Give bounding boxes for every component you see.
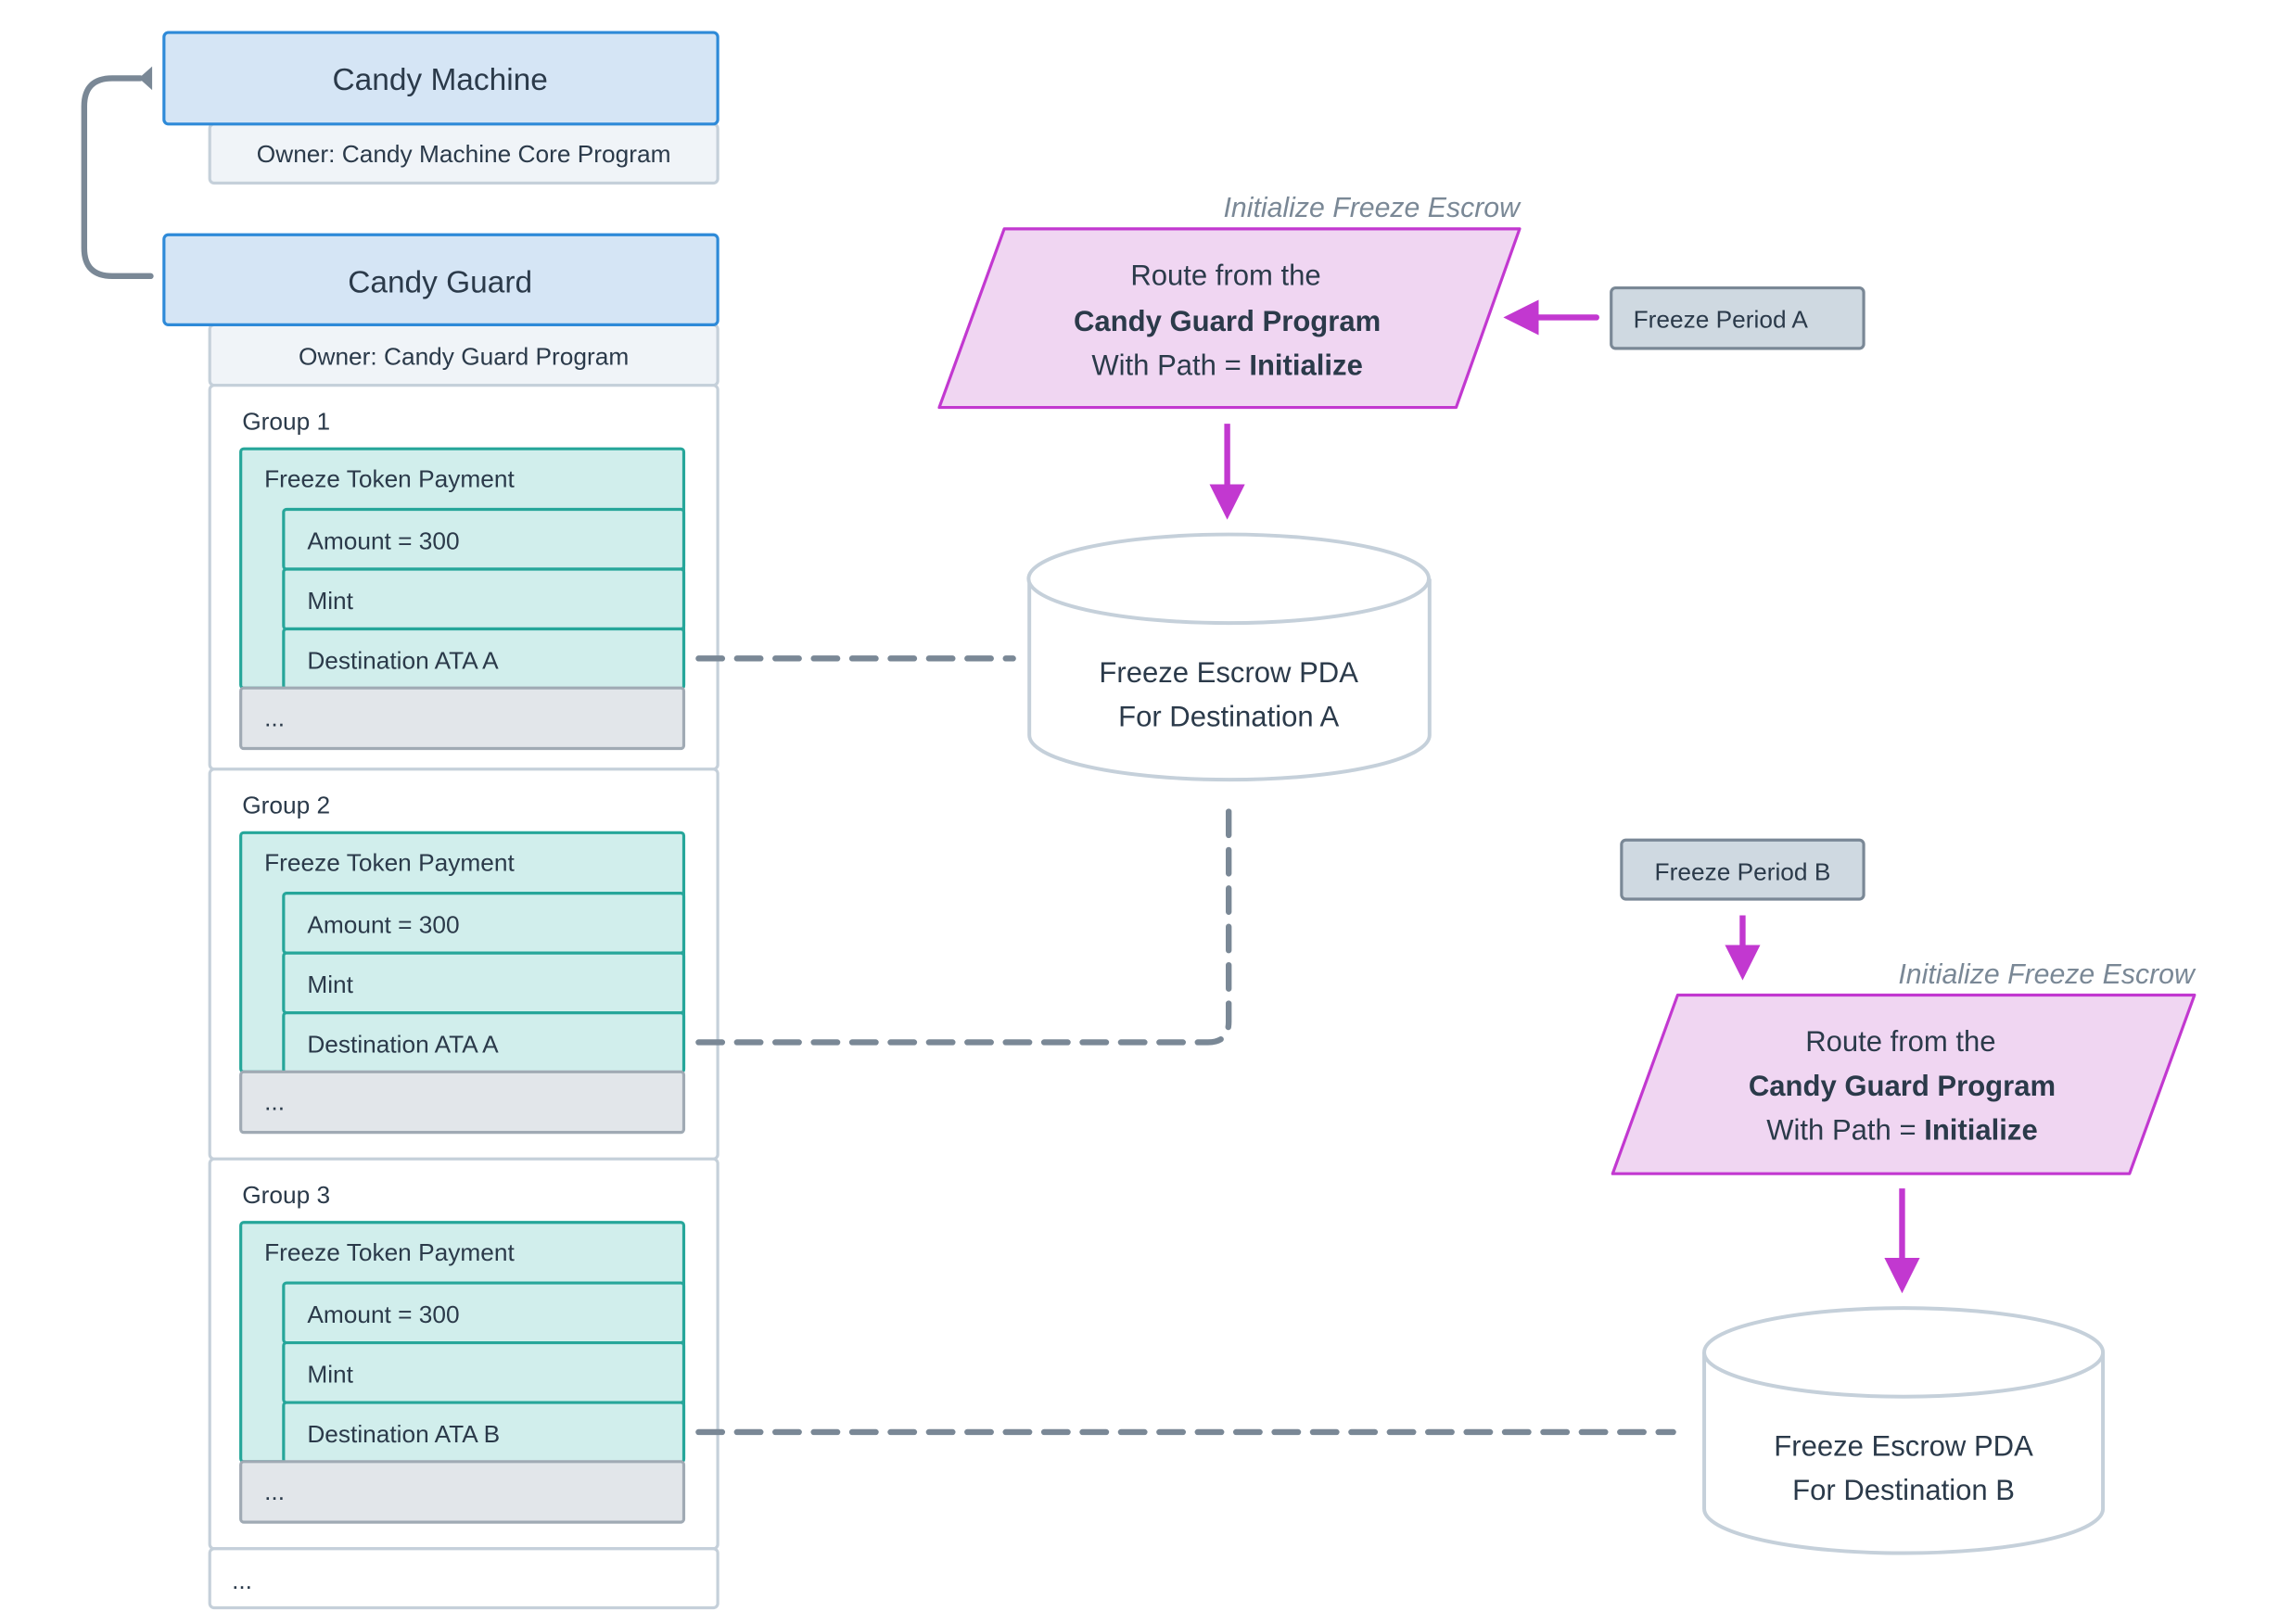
route-b-caption: Initialize Freeze Escrow [1898,959,2196,990]
route-a-line1: Route from the [1130,259,1320,291]
groups-more-text: ... [232,1567,252,1594]
guard-name: Freeze Token Payment [264,465,515,493]
guard-to-machine-connector [81,66,154,280]
guard-setting-row: Mint [282,567,686,631]
freeze-period-b: Freeze Period B [1620,838,1865,901]
guard-setting-row: Destination ATA A [282,1011,686,1074]
guard-setting-row: Amount = 300 [282,892,686,955]
candy-guard-account: Owner: Candy Guard Program Candy Guard [162,233,719,387]
guard-setting-text: Mint [307,1361,353,1389]
route-a-path-value: Initialize [1249,349,1363,382]
pda-b-line1: Freeze Escrow PDA [1774,1429,2033,1462]
route-a-line3: With Path = Initialize [1091,349,1362,382]
guard-setting-row: Amount = 300 [282,507,686,571]
route-b-path-prefix: With Path = [1766,1114,1924,1147]
freeze-period-a-text: Freeze Period A [1634,306,1809,334]
guard-setting-row: Destination ATA B [282,1401,686,1465]
guard-setting-text: Destination ATA A [307,1031,499,1059]
guard-setting-row: Destination ATA A [282,627,686,691]
freeze-token-payment-guard: Freeze Token Payment Amount = 300 Mint Dest… [239,1221,686,1465]
route-b-line1: Route from the [1805,1025,1995,1058]
pda-b-line2: For Destination B [1792,1474,2015,1506]
group-3: Group 3 Freeze Token Payment Amount = 300 M… [208,1157,719,1551]
guard-groups: Group 1 Freeze Token Payment Amount = 300 M… [208,384,719,1551]
pda-a-line1: Freeze Escrow PDA [1099,656,1358,689]
arrowhead-icon [138,66,153,91]
guard-name: Freeze Token Payment [264,849,515,877]
group-more-guards: ... [239,686,686,751]
pda-b-cylinder: Freeze Escrow PDA For Destination B [1702,1306,2106,1555]
guard-setting-text: Amount = 300 [307,1300,459,1328]
route-b: Initialize Freeze Escrow Route from the … [1611,959,2196,1175]
candy-guard-owner: Owner: Candy Guard Program [299,342,629,370]
freeze-token-payment-guard: Freeze Token Payment Amount = 300 Mint Dest… [239,831,686,1074]
group-label: Group 2 [242,792,330,819]
candy-machine-owner: Owner: Candy Machine Core Program [257,140,671,168]
candy-guard-freeze-diagram: Owner: Candy Machine Core Program Candy … [81,31,2196,1610]
route-b-line3: With Path = Initialize [1766,1114,2037,1147]
freeze-token-payment-guard: Freeze Token Payment Amount = 300 Mint Dest… [239,447,686,691]
group-more-guards: ... [239,1070,686,1135]
groups-more-box: ... [208,1547,719,1610]
guard-name: Freeze Token Payment [264,1238,515,1266]
guard-setting-text: Amount = 300 [307,911,459,939]
route-a-caption: Initialize Freeze Escrow [1224,193,1522,223]
route-b-path-value: Initialize [1924,1114,2038,1147]
guard-setting-text: Destination ATA A [307,647,499,675]
group-more-text: ... [264,704,285,732]
freeze-period-a: Freeze Period A [1610,285,1865,350]
guard-setting-text: Mint [307,587,353,615]
group-more-text: ... [264,1088,285,1116]
guard-setting-text: Mint [307,971,353,998]
route-a: Initialize Freeze Escrow Route from the … [937,193,1522,410]
guard-setting-text: Amount = 300 [307,527,459,554]
guard-setting-row: Mint [282,951,686,1015]
candy-machine-title: Candy Machine [333,63,548,97]
route-a-path-prefix: With Path = [1091,349,1249,382]
link-group2-to-pda-a [695,793,1232,1046]
group-1: Group 1 Freeze Token Payment Amount = 300 M… [208,384,719,771]
group-label: Group 1 [242,407,330,435]
guard-setting-text: Destination ATA B [307,1420,500,1448]
candy-machine-account: Owner: Candy Machine Core Program Candy … [162,31,719,185]
route-a-line2: Candy Guard Program [1074,305,1381,337]
route-b-line2: Candy Guard Program [1749,1070,2056,1102]
group-2: Group 2 Freeze Token Payment Amount = 300 M… [208,768,719,1161]
pda-a-cylinder: Freeze Escrow PDA For Destination A [1026,532,1432,782]
candy-guard-title: Candy Guard [348,265,532,299]
guard-setting-row: Amount = 300 [282,1281,686,1345]
pda-a-line2: For Destination A [1118,701,1339,733]
group-more-guards: ... [239,1460,686,1524]
group-more-text: ... [264,1478,285,1505]
group-label: Group 3 [242,1181,330,1209]
guard-setting-row: Mint [282,1340,686,1404]
freeze-period-b-text: Freeze Period B [1655,857,1831,885]
